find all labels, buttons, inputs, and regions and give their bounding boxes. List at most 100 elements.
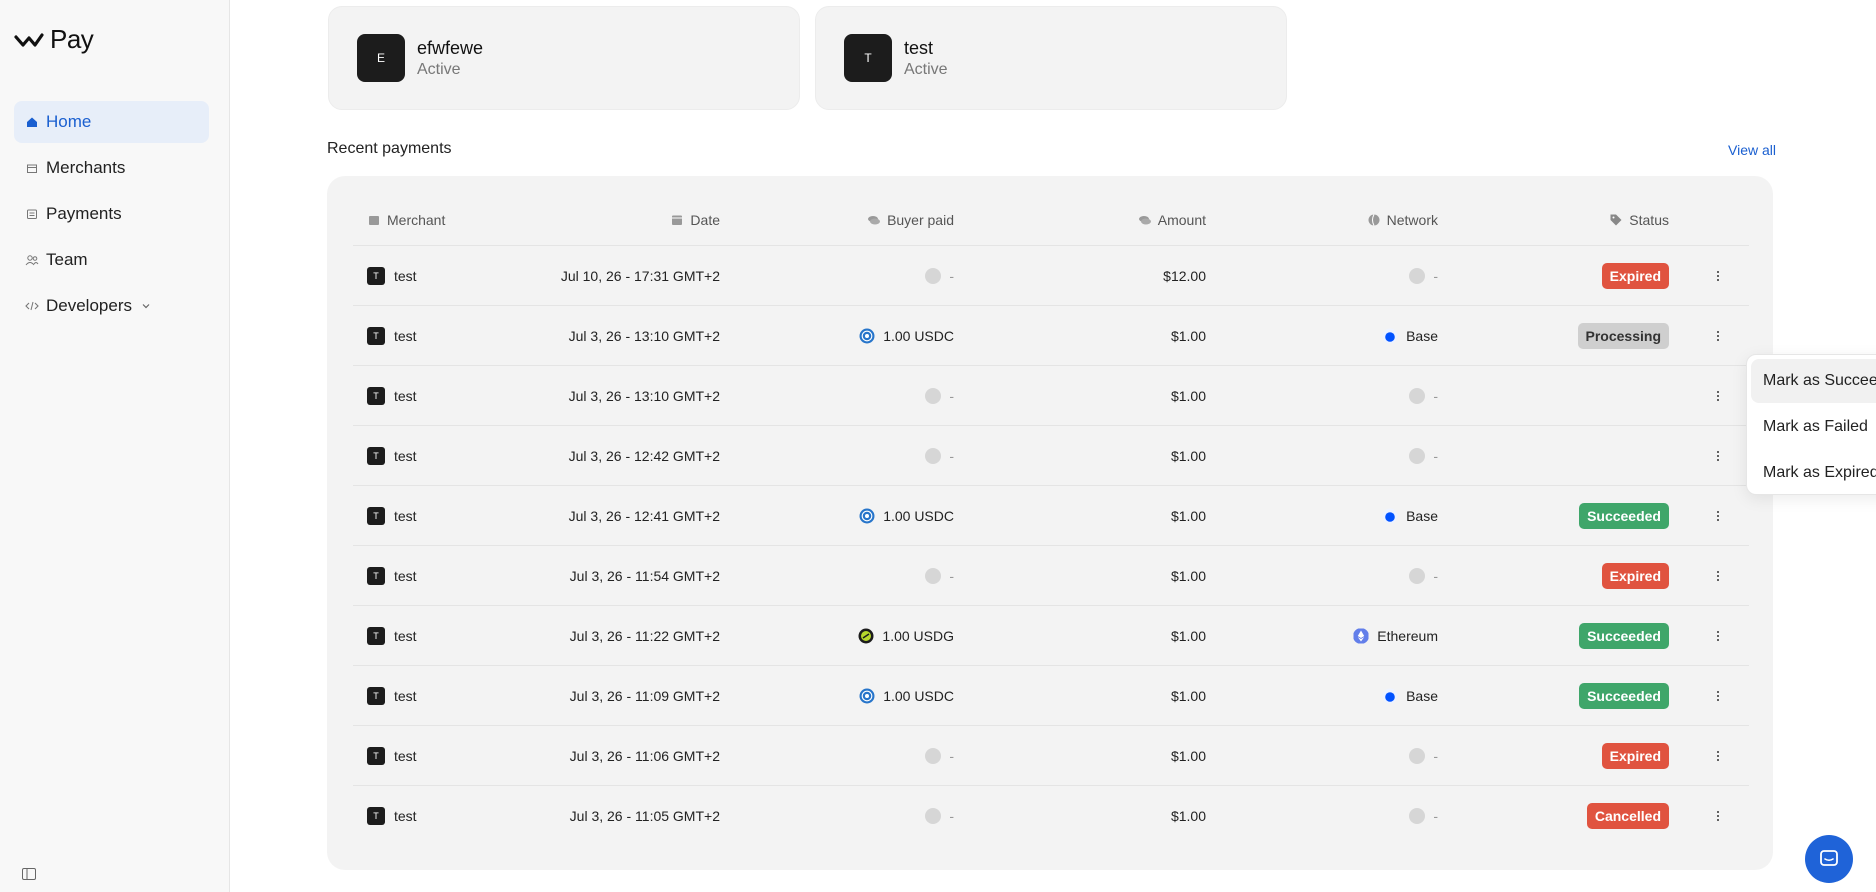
more-vertical-icon [1716, 451, 1720, 461]
sidebar-item-merchants[interactable]: Merchants [14, 147, 209, 189]
buyer-paid-value: - [949, 808, 954, 824]
network-value: - [1433, 268, 1438, 284]
row-actions-button[interactable] [1711, 366, 1725, 426]
empty-network-icon [1409, 808, 1426, 824]
logo[interactable]: Pay [14, 24, 94, 55]
coins-icon [1138, 216, 1151, 225]
merchant-avatar: T [367, 807, 385, 825]
table-row[interactable]: Ttest Jul 3, 26 - 13:10 GMT+2 1.00 USDC $1.… [353, 306, 1749, 366]
ethereum-icon [1353, 628, 1369, 644]
date-cell: Jul 3, 26 - 13:10 GMT+2 [568, 388, 720, 404]
sidebar-item-payments[interactable]: Payments [14, 193, 209, 235]
row-actions-button[interactable] [1711, 246, 1725, 306]
network-value: - [1433, 388, 1438, 404]
buyer-paid-value: - [949, 448, 954, 464]
merchant-card[interactable]: E efwfewe Active [328, 6, 800, 110]
more-vertical-icon [1716, 271, 1720, 281]
table-row[interactable]: Ttest Jul 3, 26 - 11:05 GMT+2 - $1.00 - Cance… [353, 786, 1749, 846]
chat-icon [1820, 850, 1838, 866]
date-cell: Jul 10, 26 - 17:31 GMT+2 [560, 268, 720, 284]
column-network: Network [1367, 212, 1438, 228]
network-cell: - [1409, 786, 1438, 846]
row-actions-button[interactable] [1711, 426, 1725, 486]
table-row[interactable]: Ttest Jul 3, 26 - 12:42 GMT+2 - $1.00 - [353, 426, 1749, 486]
date-cell: Jul 3, 26 - 11:22 GMT+2 [569, 628, 720, 644]
merchant-cell: Ttest [367, 486, 417, 546]
network-cell: - [1409, 246, 1438, 306]
sidebar-toggle-icon[interactable] [22, 868, 36, 880]
network-value: Base [1406, 508, 1438, 524]
main-content: E efwfewe Active T test Active Recent pa… [231, 0, 1876, 892]
more-vertical-icon [1716, 631, 1720, 641]
merchant-avatar: E [357, 34, 405, 82]
merchant-card[interactable]: T test Active [815, 6, 1287, 110]
support-chat-button[interactable] [1805, 835, 1853, 883]
row-actions-button[interactable] [1711, 726, 1725, 786]
merchant-avatar: T [367, 267, 385, 285]
merchant-avatar: T [367, 687, 385, 705]
network-value: - [1433, 808, 1438, 824]
merchant-cell: Ttest [367, 366, 417, 426]
merchant-name: test [394, 688, 417, 704]
column-label: Merchant [387, 212, 446, 228]
row-actions-button[interactable] [1711, 546, 1725, 606]
empty-network-icon [1409, 748, 1426, 764]
table-row[interactable]: Ttest Jul 3, 26 - 11:22 GMT+2 1.00 USDG $1.… [353, 606, 1749, 666]
row-actions-button[interactable] [1711, 666, 1725, 726]
status-badge: Cancelled [1586, 803, 1669, 829]
buyer-paid-value: - [949, 268, 954, 284]
row-actions-button[interactable] [1711, 486, 1725, 546]
status-cell: Processing [1577, 306, 1669, 366]
users-icon [24, 252, 40, 268]
empty-token-icon [925, 388, 942, 404]
network-cell: - [1409, 726, 1438, 786]
status-badge: Succeeded [1579, 503, 1669, 529]
table-row[interactable]: Ttest Jul 3, 26 - 11:09 GMT+2 1.00 USDC $1.… [353, 666, 1749, 726]
table-row[interactable]: Ttest Jul 3, 26 - 11:54 GMT+2 - $1.00 - Expir… [353, 546, 1749, 606]
status-cell: Expired [1601, 246, 1669, 306]
buyer-paid-cell: - [925, 546, 954, 606]
mark-succeeded-option[interactable]: Mark as Succeeded [1751, 359, 1876, 403]
buyer-paid-value: 1.00 USDC [883, 328, 954, 344]
merchant-avatar: T [367, 747, 385, 765]
mark-expired-option[interactable]: Mark as Expired [1751, 451, 1876, 495]
sidebar-item-home[interactable]: Home [14, 101, 209, 143]
amount-cell: $1.00 [1170, 568, 1206, 584]
date-cell: Jul 3, 26 - 13:10 GMT+2 [568, 328, 720, 344]
buyer-paid-cell: 1.00 USDC [859, 306, 954, 366]
more-vertical-icon [1716, 331, 1720, 341]
status-cell: Expired [1601, 726, 1669, 786]
table-header: Merchant Date Buyer paid Amount Network … [353, 176, 1749, 246]
table-row[interactable]: Ttest Jul 3, 26 - 11:06 GMT+2 - $1.00 - Expir… [353, 726, 1749, 786]
row-actions-button[interactable] [1711, 306, 1725, 366]
table-row[interactable]: Ttest Jul 3, 26 - 13:10 GMT+2 - $1.00 - [353, 366, 1749, 426]
merchant-cell: Ttest [367, 546, 417, 606]
merchant-cell: Ttest [367, 666, 417, 726]
tag-icon [1610, 214, 1622, 226]
column-label: Network [1386, 212, 1438, 228]
sidebar: Pay Home Merchants Payments Team Develop… [0, 0, 230, 892]
status-badge: Expired [1601, 743, 1669, 769]
more-vertical-icon [1716, 751, 1720, 761]
view-all-link[interactable]: View all [1728, 142, 1776, 158]
base-icon [1382, 688, 1398, 704]
column-label: Status [1629, 212, 1669, 228]
row-actions-button[interactable] [1711, 606, 1725, 666]
column-merchant: Merchant [367, 212, 445, 228]
buyer-paid-value: - [949, 748, 954, 764]
date-cell: Jul 3, 26 - 11:06 GMT+2 [569, 748, 720, 764]
sidebar-item-team[interactable]: Team [14, 239, 209, 281]
merchant-avatar: T [367, 387, 385, 405]
more-vertical-icon [1716, 391, 1720, 401]
section-title: Recent payments [327, 140, 452, 157]
sidebar-item-developers[interactable]: Developers [14, 285, 209, 327]
status-menu: Mark as Succeeded Mark as Failed Mark as… [1746, 354, 1876, 495]
buyer-paid-cell: - [925, 366, 954, 426]
network-cell: - [1409, 426, 1438, 486]
merchant-cell: Ttest [367, 726, 417, 786]
date-cell: Jul 3, 26 - 11:09 GMT+2 [569, 688, 720, 704]
table-row[interactable]: Ttest Jul 10, 26 - 17:31 GMT+2 - $12.00 - Exp… [353, 246, 1749, 306]
table-row[interactable]: Ttest Jul 3, 26 - 12:41 GMT+2 1.00 USDC $1.… [353, 486, 1749, 546]
mark-failed-option[interactable]: Mark as Failed [1751, 405, 1876, 449]
row-actions-button[interactable] [1711, 786, 1725, 846]
